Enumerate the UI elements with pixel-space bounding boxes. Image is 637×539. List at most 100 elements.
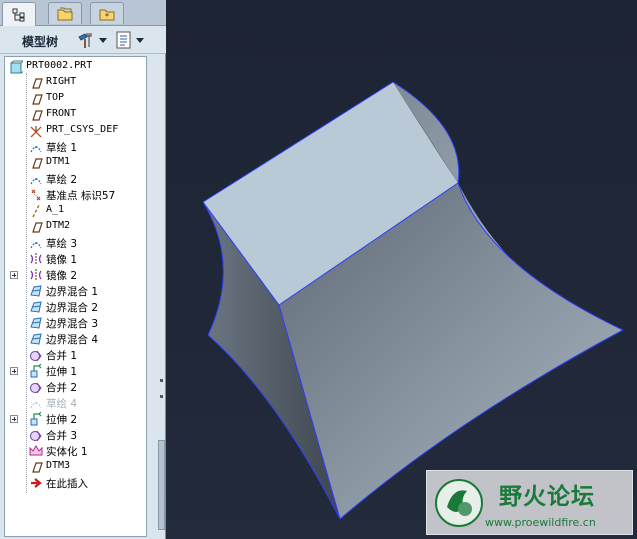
sketch-icon — [30, 146, 42, 153]
tree-item[interactable]: A_1 — [5, 203, 146, 219]
tree-item[interactable]: 边界混合 4 — [5, 331, 146, 347]
chevron-down-icon — [99, 37, 107, 43]
solidify-icon — [29, 445, 43, 456]
tree-item-label: 边界混合 3 — [46, 318, 99, 330]
boundary-blend-icon — [30, 333, 42, 345]
watermark: 野火论坛 www.proewildfire.cn — [426, 470, 633, 535]
tree-item[interactable]: 在此插入 — [5, 475, 146, 491]
tree-item[interactable]: 草绘 2 — [5, 171, 146, 187]
tree-item[interactable]: 实体化 1 — [5, 443, 146, 459]
navigator-tabs: * — [0, 0, 166, 26]
tree-item[interactable]: PRT_CSYS_DEF — [5, 123, 146, 139]
tree-item[interactable]: FRONT — [5, 107, 146, 123]
tree-item[interactable]: 拉伸 2 — [5, 411, 146, 427]
insert-here-arrow-icon — [31, 478, 42, 488]
boundary-blend-icon — [30, 317, 42, 329]
mirror-icon — [30, 253, 42, 265]
extrude-icon — [30, 364, 42, 378]
sash-grip — [160, 379, 163, 382]
tree-show-button[interactable] — [115, 30, 149, 50]
tree-item-label: TOP — [46, 92, 65, 103]
folder-icon — [57, 7, 73, 20]
tree-item[interactable]: 边界混合 2 — [5, 299, 146, 315]
tree-item[interactable]: 镜像 2 — [5, 267, 146, 283]
part-icon — [10, 60, 23, 74]
csys-icon — [30, 126, 42, 138]
tab-model-tree[interactable] — [2, 2, 36, 26]
tree-item-label: 草绘 2 — [46, 174, 78, 186]
tree-item[interactable]: DTM2 — [5, 219, 146, 235]
model-tree-icon — [12, 8, 25, 21]
tree-item[interactable]: 基准点 标识57 — [5, 187, 146, 203]
merge-icon — [30, 430, 42, 442]
model-tree-header: 模型树 — [0, 26, 166, 54]
chevron-down-icon — [136, 37, 144, 43]
tree-item-label: 拉伸 1 — [46, 366, 78, 378]
expand-plus-icon[interactable] — [10, 271, 18, 279]
tree-item[interactable]: DTM3 — [5, 459, 146, 475]
expand-plus-icon[interactable] — [10, 415, 18, 423]
tree-item[interactable]: RIGHT — [5, 75, 146, 91]
tree-item-label: 合并 3 — [46, 430, 78, 442]
model-tree: PRT0002.PRT RIGHT TOP FRONT PRT_CSYS_DEF 草绘 1… — [4, 56, 147, 537]
tree-item[interactable]: DTM1 — [5, 155, 146, 171]
tree-item-label: 在此插入 — [46, 478, 88, 490]
tree-item[interactable]: TOP — [5, 91, 146, 107]
tree-item-label: 草绘 1 — [46, 142, 78, 154]
extrude-icon — [30, 412, 42, 426]
tree-item-label: DTM1 — [46, 156, 71, 167]
tree-item[interactable]: 草绘 4 — [5, 395, 146, 411]
tree-item-label: FRONT — [46, 108, 77, 119]
tree-item-label: 合并 1 — [46, 350, 78, 362]
tree-item-label: DTM3 — [46, 460, 71, 471]
wildfire-logo-icon — [435, 479, 483, 527]
mirror-icon — [30, 269, 42, 281]
tree-item-label: PRT0002.PRT — [26, 60, 93, 71]
tree-root-item[interactable]: PRT0002.PRT — [5, 59, 146, 75]
graphics-window[interactable]: 野火论坛 www.proewildfire.cn — [166, 0, 637, 539]
tree-item-label: 镜像 1 — [46, 254, 78, 266]
sketch-icon — [30, 242, 42, 249]
panel-scrollbar-thumb[interactable] — [158, 440, 165, 530]
sash-grip — [160, 395, 163, 398]
tree-item-label: RIGHT — [46, 76, 77, 87]
favorites-folder-icon: * — [99, 9, 115, 21]
datum-plane-icon — [32, 110, 43, 121]
tree-item[interactable]: 合并 1 — [5, 347, 146, 363]
model-tree-title: 模型树 — [22, 35, 59, 49]
datum-plane-icon — [32, 94, 43, 105]
tree-item-label: 基准点 标识57 — [46, 190, 116, 202]
tree-item[interactable]: 合并 2 — [5, 379, 146, 395]
tree-item[interactable]: 合并 3 — [5, 427, 146, 443]
tree-item[interactable]: 草绘 3 — [5, 235, 146, 251]
expand-plus-icon[interactable] — [10, 367, 18, 375]
sketch-icon — [30, 402, 42, 409]
tools-icon — [78, 33, 92, 48]
tab-favorites[interactable]: * — [90, 2, 124, 24]
tree-item-label: 拉伸 2 — [46, 414, 78, 426]
tree-item[interactable]: 拉伸 1 — [5, 363, 146, 379]
tree-item[interactable]: 草绘 1 — [5, 139, 146, 155]
tree-item-label: A_1 — [46, 204, 65, 215]
boundary-blend-icon — [30, 301, 42, 313]
boundary-blend-icon — [30, 285, 42, 297]
watermark-url: www.proewildfire.cn — [485, 516, 596, 529]
tree-settings-button[interactable] — [76, 30, 110, 50]
tree-item-label: 边界混合 1 — [46, 286, 99, 298]
sketch-icon — [30, 178, 42, 185]
model-3d-view[interactable] — [166, 0, 637, 539]
tree-item[interactable]: 边界混合 3 — [5, 315, 146, 331]
tree-item-label: 边界混合 2 — [46, 302, 99, 314]
tree-item-label: DTM2 — [46, 220, 71, 231]
datum-plane-icon — [32, 222, 43, 233]
tree-item-label: 草绘 3 — [46, 238, 78, 250]
list-icon — [116, 31, 131, 49]
datum-axis-icon — [32, 204, 40, 218]
tab-folder-browser[interactable] — [48, 2, 82, 24]
datum-plane-icon — [32, 78, 43, 89]
tree-item-label: 合并 2 — [46, 382, 78, 394]
watermark-title: 野火论坛 — [499, 484, 595, 510]
tree-item-label: PRT_CSYS_DEF — [46, 124, 119, 135]
tree-item[interactable]: 镜像 1 — [5, 251, 146, 267]
tree-item[interactable]: 边界混合 1 — [5, 283, 146, 299]
